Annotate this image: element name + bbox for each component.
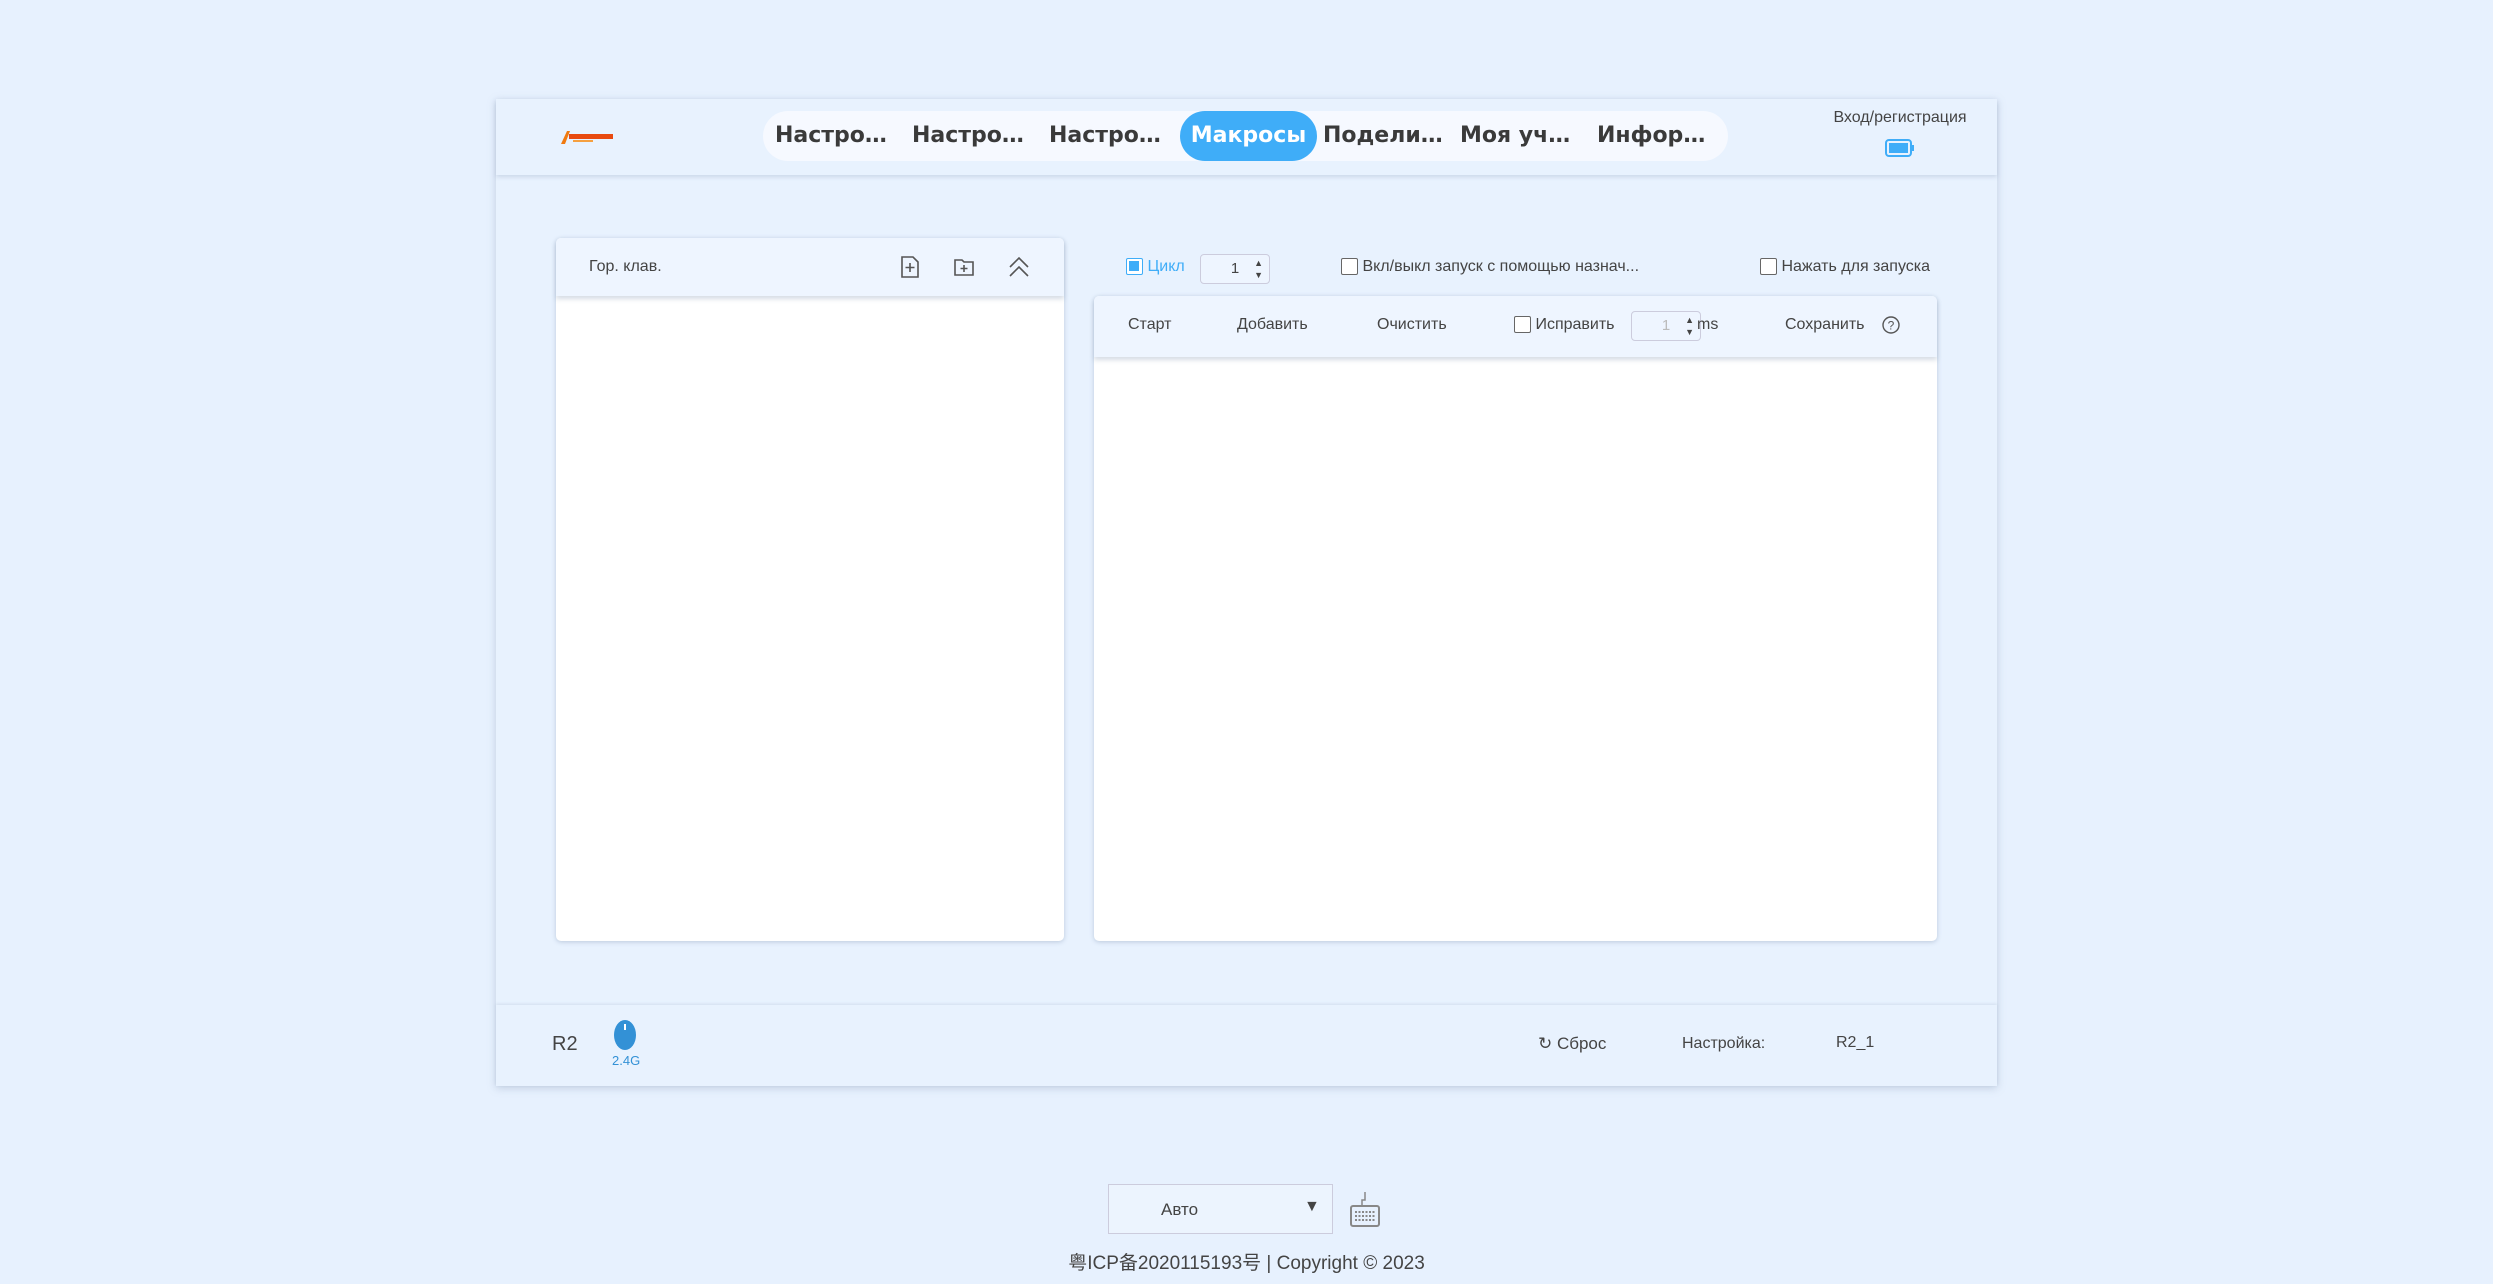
cycle-count-stepper[interactable]: 1 ▲ ▼ bbox=[1200, 254, 1270, 284]
tab-settings-3[interactable]: Настрой... bbox=[1043, 111, 1180, 161]
fix-delay-stepper[interactable]: 1 ▲ ▼ bbox=[1631, 311, 1701, 341]
collapse-up-icon[interactable] bbox=[1008, 255, 1030, 279]
device-status-bar: R2 2.4G ↻ Сброс Настройка: R2_1 bbox=[496, 1005, 1997, 1086]
macro-options: Цикл 1 ▲ ▼ Вкл/выкл запуск с помощью назна… bbox=[1126, 254, 1976, 284]
setting-label: Настройка: bbox=[1682, 1035, 1766, 1052]
chevron-down-icon: ▼ bbox=[1304, 1198, 1320, 1215]
macro-list-header: Гор. клав. bbox=[556, 238, 1064, 296]
help-icon[interactable]: ? bbox=[1881, 315, 1901, 335]
unit-label: ms bbox=[1697, 316, 1719, 333]
fix-delay-checkbox[interactable]: Исправить bbox=[1514, 316, 1615, 334]
tab-settings-1[interactable]: Настрой... bbox=[769, 111, 906, 161]
device-name: R2 bbox=[552, 1033, 578, 1055]
tab-info[interactable]: Информ... bbox=[1591, 111, 1728, 161]
reset-button[interactable]: ↻ Сброс bbox=[1538, 1034, 1606, 1054]
start-button[interactable]: Старт bbox=[1128, 316, 1171, 334]
press-to-run-checkbox[interactable]: Нажать для запуска bbox=[1760, 258, 1930, 276]
new-file-icon[interactable] bbox=[899, 255, 921, 279]
new-folder-icon[interactable] bbox=[953, 255, 975, 279]
mode-select[interactable]: Авто ▼ bbox=[1108, 1184, 1333, 1234]
toggle-run-checkbox[interactable]: Вкл/выкл запуск с помощью назнач... bbox=[1341, 258, 1639, 276]
keyboard-icon[interactable] bbox=[1349, 1192, 1381, 1228]
tab-macros[interactable]: Макросы bbox=[1180, 111, 1317, 161]
mouse-icon bbox=[614, 1020, 636, 1050]
login-link[interactable]: Вход/регистрация bbox=[1816, 109, 1984, 127]
tab-account[interactable]: Моя учет... bbox=[1454, 111, 1591, 161]
cycle-checkbox[interactable]: Цикл bbox=[1126, 258, 1185, 276]
macro-list-title: Гор. клав. bbox=[589, 258, 662, 275]
main-tabs: Настрой... Настрой... Настрой... Макросы… bbox=[763, 111, 1728, 161]
mode-select-value: Авто bbox=[1161, 1200, 1199, 1219]
header: Настрой... Настрой... Настрой... Макросы… bbox=[496, 99, 1997, 175]
battery-icon bbox=[1885, 139, 1914, 157]
svg-text:?: ? bbox=[1888, 319, 1895, 333]
save-button[interactable]: Сохранить bbox=[1785, 316, 1865, 334]
logo bbox=[561, 131, 613, 144]
add-button[interactable]: Добавить bbox=[1237, 316, 1308, 334]
copyright: 粤ICP备2020115193号 | Copyright © 2023 bbox=[1068, 1253, 1425, 1274]
main-card: Настрой... Настрой... Настрой... Макросы… bbox=[496, 99, 1997, 1086]
tab-settings-2[interactable]: Настрой... bbox=[906, 111, 1043, 161]
macro-list-panel: Гор. клав. bbox=[556, 238, 1064, 941]
macro-editor-panel: Старт Добавить Очистить Исправить 1 ▲ ▼ ms… bbox=[1094, 296, 1937, 941]
setting-value: R2_1 bbox=[1836, 1034, 1875, 1051]
macro-toolbar: Старт Добавить Очистить Исправить 1 ▲ ▼ ms… bbox=[1094, 296, 1937, 357]
tab-share[interactable]: Поделит... bbox=[1317, 111, 1454, 161]
connection-type: 2.4G bbox=[612, 1053, 641, 1068]
clear-button[interactable]: Очистить bbox=[1377, 316, 1447, 334]
